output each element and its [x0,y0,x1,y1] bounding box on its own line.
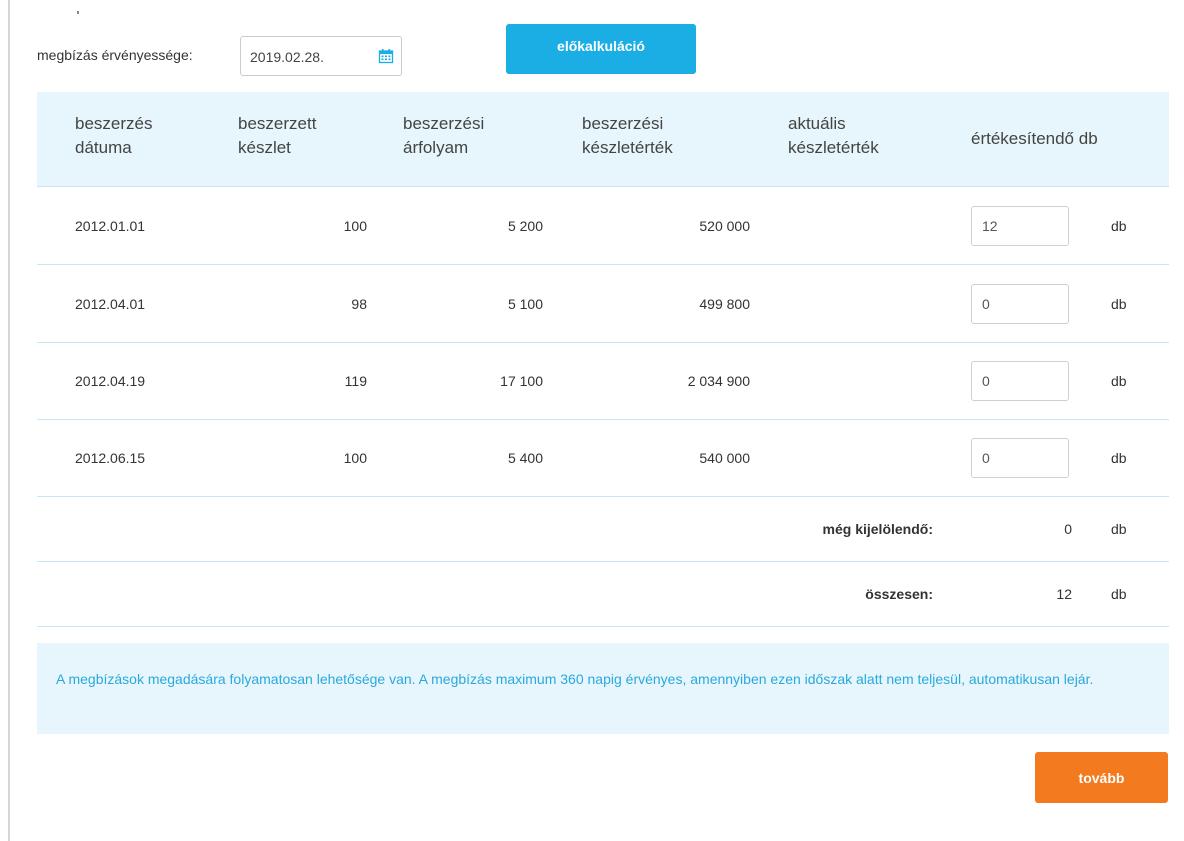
qty-value: 0 [982,295,990,312]
row-unit: db [1111,295,1127,312]
total-unit: db [1111,586,1127,602]
header-purchase-value: beszerzési készletérték [582,114,673,157]
row-value: 499 800 [699,295,750,312]
row-value: 520 000 [699,217,750,234]
qty-value: 12 [982,217,998,234]
table-row: 2012.01.01 100 5 200 520 000 12 db [37,187,1169,265]
remaining-value: 0 [1064,521,1072,537]
row-value: 2 034 900 [687,373,750,389]
qty-value: 0 [982,373,990,389]
row-rate: 17 100 [500,373,543,389]
total-value: 12 [1056,586,1072,602]
table-row: 2012.04.01 98 5 100 499 800 0 db [37,265,1169,343]
header-purchase-date: beszerzés dátuma [75,114,153,157]
remaining-label: még kijelölendő: [822,521,933,537]
info-text: A megbízások megadására folyamatosan leh… [56,671,1094,687]
divider-mark [77,11,79,14]
validity-date-input[interactable]: 2019.02.28. [240,36,402,76]
row-date: 2012.06.15 [75,450,146,466]
row-date: 2012.04.19 [75,373,146,389]
qty-input[interactable]: 0 [971,283,1069,324]
precalc-button[interactable]: előkalkuláció [506,24,696,74]
left-border [8,0,10,841]
qty-input[interactable]: 0 [971,361,1069,401]
row-rate: 5 100 [507,295,543,312]
qty-input[interactable]: 0 [971,438,1069,478]
header-purchase-rate: beszerzési árfolyam [403,114,485,157]
total-label: összesen: [865,586,933,602]
total-row: összesen: 12 db [37,562,1169,627]
row-rate: 5 400 [507,450,543,466]
validity-label: megbízás érvényessége: [37,47,193,63]
row-unit: db [1111,450,1127,466]
validity-date-value: 2019.02.28. [250,49,324,65]
header-current-value: aktuális készletérték [788,114,879,157]
table-row: 2012.04.19 119 17 100 2 034 900 0 db [37,343,1169,420]
row-stock: 98 [351,295,367,312]
table-row: 2012.06.15 100 5 400 540 000 0 db [37,420,1169,497]
remaining-row: még kijelölendő: 0 db [37,497,1169,562]
row-unit: db [1111,373,1127,389]
header-qty-to-sell: értékesítendő db [971,129,1098,148]
row-stock: 119 [344,373,367,389]
row-value: 540 000 [699,450,750,466]
row-stock: 100 [343,217,367,234]
info-box: A megbízások megadására folyamatosan leh… [37,643,1169,734]
qty-value: 0 [982,450,990,466]
next-button[interactable]: tovább [1035,752,1168,803]
row-stock: 100 [343,450,367,466]
calendar-icon[interactable] [378,48,394,64]
remaining-unit: db [1111,521,1127,537]
row-date: 2012.01.01 [75,217,146,234]
header-purchased-stock: beszerzett készlet [238,114,317,157]
row-rate: 5 200 [507,217,543,234]
row-date: 2012.04.01 [75,295,146,312]
row-unit: db [1111,217,1127,234]
table-header: beszerzés dátuma beszerzett készlet beszer… [37,92,1169,187]
qty-input[interactable]: 12 [971,205,1069,246]
